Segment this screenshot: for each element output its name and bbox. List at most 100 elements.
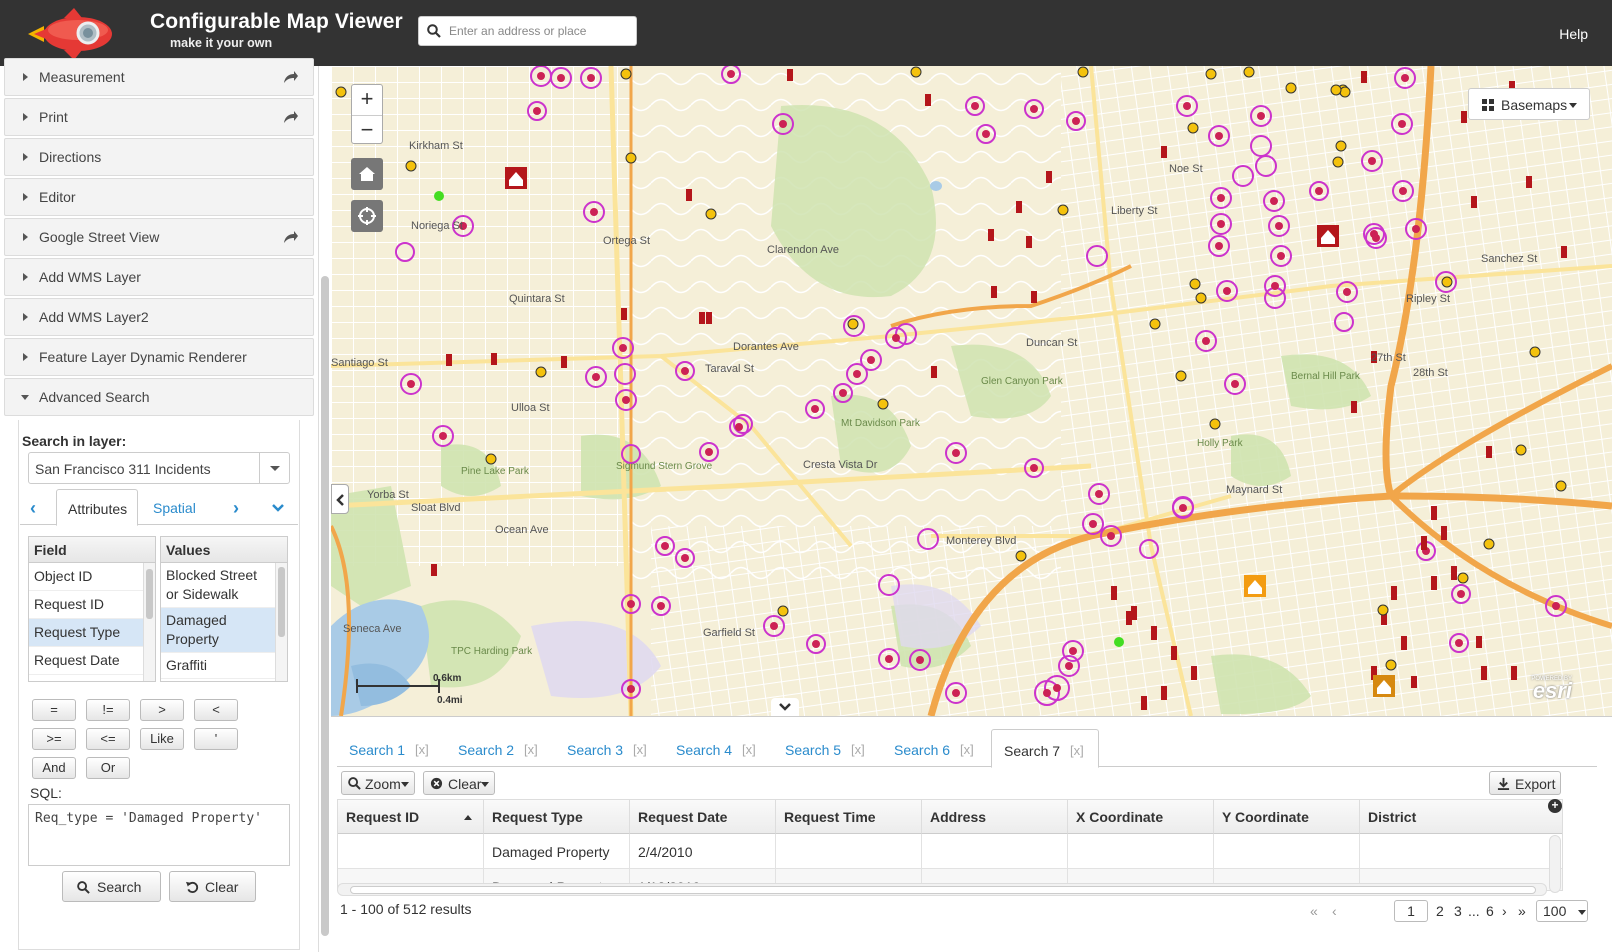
address-search-input[interactable]: [447, 17, 635, 45]
collapse-sidebar-button[interactable]: [331, 484, 349, 514]
column-header-request-type[interactable]: Request Type: [484, 800, 630, 834]
chevron-left-icon: [336, 494, 344, 506]
tab-search-7[interactable]: Search 7 [x]: [991, 729, 1099, 768]
chevron-down-icon[interactable]: [271, 503, 285, 513]
sidebar-item-print[interactable]: Print: [4, 98, 314, 136]
column-header-request-date[interactable]: Request Date: [630, 800, 776, 834]
map-label: Ortega St: [603, 235, 650, 247]
value-item[interactable]: Blocked Street or Sidewalk: [161, 563, 275, 608]
map-view[interactable]: Kirkham St Noriega St Ortega St Quintara…: [331, 66, 1612, 716]
next-page-icon[interactable]: ›: [1502, 903, 1507, 919]
column-header-district[interactable]: District: [1360, 800, 1562, 834]
sidebar-scrollbar[interactable]: [318, 66, 330, 952]
tab-search-3[interactable]: Search 3 [x]: [555, 729, 663, 767]
column-header-request-time[interactable]: Request Time: [776, 800, 922, 834]
tab-search-6[interactable]: Search 6 [x]: [882, 729, 990, 767]
home-button[interactable]: [351, 158, 383, 190]
address-search-box[interactable]: [418, 16, 637, 46]
map-label: Quintara St: [509, 293, 565, 305]
locate-button[interactable]: [351, 200, 383, 232]
caret-right-icon: [23, 273, 28, 281]
operator-or-button[interactable]: Or: [86, 757, 130, 779]
operator-like-button[interactable]: Like: [140, 728, 184, 750]
last-page-icon[interactable]: »: [1518, 903, 1526, 919]
tab-spatial[interactable]: Spatial: [150, 489, 220, 525]
field-item-request-date[interactable]: Request Date: [29, 647, 143, 675]
clear-dropdown-button[interactable]: Clear: [423, 771, 495, 795]
field-item-object-id[interactable]: Object ID: [29, 563, 143, 591]
tab-close-icon[interactable]: [x]: [415, 742, 429, 757]
operator-gte-button[interactable]: >=: [32, 728, 76, 750]
cell: [1214, 834, 1360, 869]
column-header-request-id[interactable]: Request ID: [338, 800, 484, 834]
tab-close-icon[interactable]: [x]: [851, 742, 865, 757]
caret-down-icon: [1578, 910, 1586, 915]
operator-and-button[interactable]: And: [32, 757, 76, 779]
sidebar-item-label: Add WMS Layer2: [39, 309, 149, 325]
zoom-in-button[interactable]: +: [352, 85, 382, 114]
tab-search-2[interactable]: Search 2 [x]: [446, 729, 554, 767]
grid-icon: [1482, 99, 1494, 111]
tab-close-icon[interactable]: [x]: [524, 742, 538, 757]
operator-not-equals-button[interactable]: !=: [86, 699, 130, 721]
share-icon[interactable]: [283, 230, 299, 244]
sidebar-item-feature-layer-dynamic-renderer[interactable]: Feature Layer Dynamic Renderer: [4, 338, 314, 376]
column-header-address[interactable]: Address: [922, 800, 1068, 834]
export-button[interactable]: Export: [1489, 771, 1561, 795]
field-item-request-type[interactable]: Request Type: [29, 619, 143, 647]
value-item-selected[interactable]: Damaged Property: [161, 608, 275, 653]
sidebar-item-measurement[interactable]: Measurement: [4, 58, 314, 96]
sidebar-item-editor[interactable]: Editor: [4, 178, 314, 216]
zoom-out-button[interactable]: −: [352, 115, 382, 144]
sql-textarea[interactable]: Req_type = 'Damaged Property': [28, 804, 290, 866]
page-6-link[interactable]: 6: [1486, 903, 1494, 919]
tab-search-4[interactable]: Search 4 [x]: [664, 729, 772, 767]
sidebar-item-google-street-view[interactable]: Google Street View: [4, 218, 314, 256]
sidebar-item-label: Measurement: [39, 69, 125, 85]
field-item-request-id[interactable]: Request ID: [29, 591, 143, 619]
share-icon[interactable]: [283, 70, 299, 84]
sidebar-item-add-wms-layer2[interactable]: Add WMS Layer2: [4, 298, 314, 336]
clear-button[interactable]: Clear: [169, 871, 256, 902]
tab-attributes[interactable]: Attributes: [56, 489, 138, 526]
page-number-input[interactable]: 1: [1394, 900, 1428, 922]
chevron-right-icon[interactable]: ›: [233, 498, 239, 519]
tab-close-icon[interactable]: [x]: [633, 742, 647, 757]
grid-vertical-scrollbar[interactable]: [1549, 835, 1561, 893]
column-header-x-coordinate[interactable]: X Coordinate: [1068, 800, 1214, 834]
tab-close-icon[interactable]: [x]: [742, 742, 756, 757]
operator-equals-button[interactable]: =: [32, 699, 76, 721]
first-page-icon[interactable]: «: [1310, 903, 1318, 919]
search-button[interactable]: Search: [62, 871, 161, 902]
map-label: Yorba St: [367, 489, 409, 501]
add-column-icon[interactable]: +: [1548, 799, 1562, 813]
share-icon[interactable]: [283, 110, 299, 124]
help-link[interactable]: Help: [1559, 26, 1588, 42]
sidebar-item-directions[interactable]: Directions: [4, 138, 314, 176]
prev-page-icon[interactable]: ‹: [1332, 903, 1337, 919]
sidebar-item-advanced-search[interactable]: Advanced Search: [4, 378, 314, 416]
dropdown-arrow-icon[interactable]: [259, 453, 289, 483]
page-3-link[interactable]: 3: [1454, 903, 1462, 919]
layer-select[interactable]: San Francisco 311 Incidents: [28, 452, 290, 484]
sidebar-item-add-wms-layer[interactable]: Add WMS Layer: [4, 258, 314, 296]
field-list-scrollbar[interactable]: [143, 563, 155, 681]
chevron-left-icon[interactable]: ‹: [30, 498, 36, 519]
page-2-link[interactable]: 2: [1436, 903, 1444, 919]
operator-quote-button[interactable]: ': [194, 728, 238, 750]
values-list-scrollbar[interactable]: [275, 563, 287, 681]
operator-greater-button[interactable]: >: [140, 699, 184, 721]
value-item[interactable]: Graffiti: [161, 653, 275, 679]
zoom-dropdown-button[interactable]: Zoom: [341, 771, 415, 795]
tab-search-5[interactable]: Search 5 [x]: [773, 729, 881, 767]
rocket-logo-icon[interactable]: [26, 6, 118, 60]
basemaps-button[interactable]: Basemaps: [1468, 88, 1590, 120]
tab-close-icon[interactable]: [x]: [960, 742, 974, 757]
column-header-y-coordinate[interactable]: Y Coordinate: [1214, 800, 1360, 834]
operator-lte-button[interactable]: <=: [86, 728, 130, 750]
toggle-results-button[interactable]: [771, 698, 799, 716]
operator-less-button[interactable]: <: [194, 699, 238, 721]
grid-horizontal-scrollbar[interactable]: [337, 883, 1547, 896]
tab-close-icon[interactable]: [x]: [1070, 743, 1084, 758]
tab-search-1[interactable]: Search 1 [x]: [337, 729, 445, 767]
